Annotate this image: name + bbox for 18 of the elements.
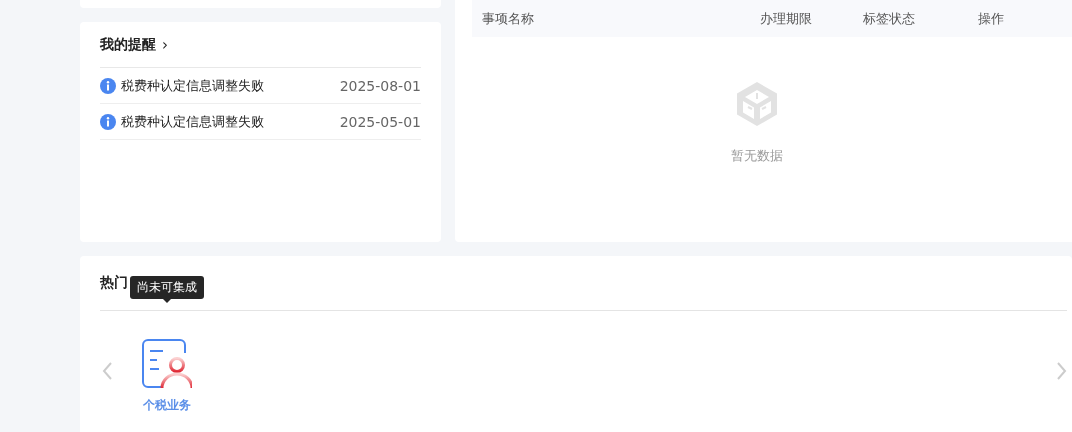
column-header: 操作 <box>978 9 1004 28</box>
empty-text: 暂无数据 <box>731 147 783 165</box>
info-icon <box>100 113 116 130</box>
column-header: 事项名称 <box>482 9 535 28</box>
chevron-icon[interactable]: › <box>162 35 168 54</box>
reminder-text[interactable]: 税费种认定信息调整失败 <box>121 112 340 131</box>
document-person-icon <box>142 338 192 389</box>
reminder-date: 2025-05-01 <box>339 113 421 130</box>
tooltip-arrow <box>162 298 172 303</box>
reminders-title[interactable]: 我的提醒 <box>100 35 156 54</box>
column-header: 标签状态 <box>863 9 916 28</box>
reminder-text[interactable]: 税费种认定信息调整失败 <box>121 76 340 95</box>
hot-services-title: 热门 <box>100 274 128 292</box>
column-header: 办理期限 <box>760 9 813 28</box>
reminder-date: 2025-08-01 <box>339 77 421 94</box>
tooltip: 尚未可集成 <box>130 276 204 299</box>
info-icon <box>100 77 116 94</box>
empty-box-icon <box>736 81 778 127</box>
